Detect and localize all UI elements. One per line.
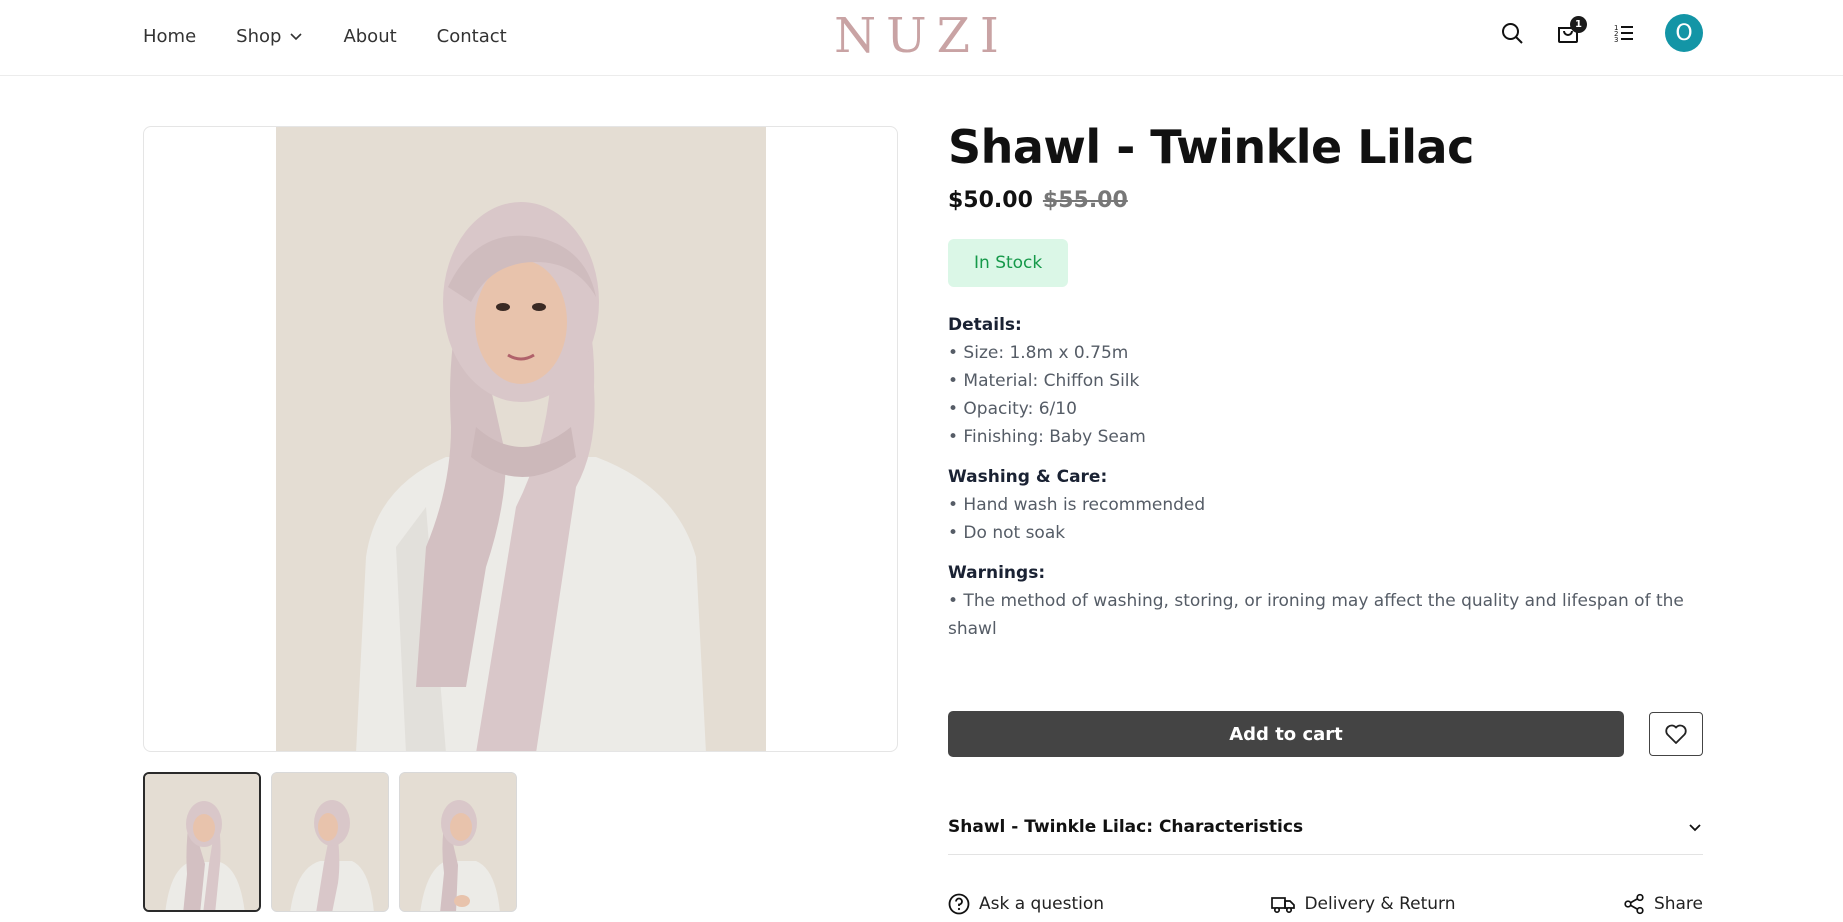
share-icon — [1624, 893, 1644, 915]
cart-count-badge: 1 — [1570, 16, 1587, 33]
list-icon[interactable]: 123 — [1609, 18, 1639, 48]
details-line: • Finishing: Baby Seam — [948, 427, 1146, 447]
cart-button[interactable]: 1 — [1553, 16, 1587, 48]
thumbnail-3[interactable] — [399, 772, 517, 912]
current-price: $50.00 — [948, 188, 1033, 213]
characteristics-accordion[interactable]: Shawl - Twinkle Lilac: Characteristics — [948, 800, 1703, 855]
product-main-image[interactable] — [143, 126, 898, 752]
main-nav: Home Shop About Contact — [143, 0, 507, 72]
brand-logo[interactable]: NUZI — [834, 8, 1009, 64]
delivery-return-link[interactable]: Delivery & Return — [1271, 894, 1456, 914]
chevron-down-icon — [1689, 824, 1701, 832]
ask-question-label: Ask a question — [979, 894, 1105, 914]
nav-contact[interactable]: Contact — [437, 26, 507, 47]
details-title: Details: — [948, 315, 1022, 335]
original-price: $55.00 — [1042, 188, 1128, 213]
thumbnail-1[interactable] — [143, 772, 261, 912]
wishlist-button[interactable] — [1649, 712, 1703, 756]
details-line: • Material: Chiffon Silk — [948, 371, 1140, 391]
svg-text:3: 3 — [1614, 36, 1618, 44]
details-line: • Opacity: 6/10 — [948, 399, 1077, 419]
product-info: Shawl - Twinkle Lilac $50.00 $55.00 In S… — [948, 120, 1703, 643]
care-line: • Hand wash is recommended — [948, 495, 1206, 515]
model-illustration — [276, 127, 766, 751]
search-icon[interactable] — [1497, 18, 1527, 48]
price-row: $50.00 $55.00 — [948, 188, 1703, 213]
product-actions: Ask a question Delivery & Return Share — [948, 893, 1703, 915]
truck-icon — [1271, 897, 1296, 914]
question-circle-icon — [948, 893, 970, 915]
nav-about[interactable]: About — [343, 26, 396, 47]
care-line: • Do not soak — [948, 523, 1066, 543]
nav-shop[interactable]: Shop — [236, 26, 303, 47]
header-actions: 1 123 O — [1497, 14, 1703, 52]
nav-shop-label: Shop — [236, 25, 282, 47]
site-header: Home Shop About Contact NUZI 1 123 O — [0, 0, 1843, 76]
share-link[interactable]: Share — [1623, 893, 1703, 915]
warnings-section: Warnings: • The method of washing, stori… — [948, 563, 1703, 643]
thumbnail-strip — [143, 772, 517, 912]
delivery-return-label: Delivery & Return — [1304, 894, 1456, 914]
characteristics-title: Shawl - Twinkle Lilac: Characteristics — [948, 817, 1304, 837]
add-to-cart-button[interactable]: Add to cart — [948, 711, 1624, 757]
care-title: Washing & Care: — [948, 467, 1108, 487]
warnings-title: Warnings: — [948, 563, 1046, 583]
warnings-line: • The method of washing, storing, or iro… — [948, 591, 1684, 639]
user-avatar[interactable]: O — [1665, 14, 1703, 52]
chevron-down-icon — [290, 33, 303, 41]
product-title: Shawl - Twinkle Lilac — [948, 120, 1474, 174]
details-line: • Size: 1.8m x 0.75m — [948, 343, 1129, 363]
ask-question-link[interactable]: Ask a question — [948, 893, 1104, 915]
share-label: Share — [1653, 894, 1703, 914]
product-photo — [276, 127, 766, 751]
cart-row: Add to cart — [948, 711, 1703, 757]
thumbnail-2[interactable] — [271, 772, 389, 912]
details-section: Details: • Size: 1.8m x 0.75m • Material… — [948, 315, 1703, 451]
heart-icon — [1665, 724, 1687, 744]
care-section: Washing & Care: • Hand wash is recommend… — [948, 467, 1703, 547]
nav-home[interactable]: Home — [143, 26, 196, 47]
stock-status-badge: In Stock — [948, 239, 1069, 287]
